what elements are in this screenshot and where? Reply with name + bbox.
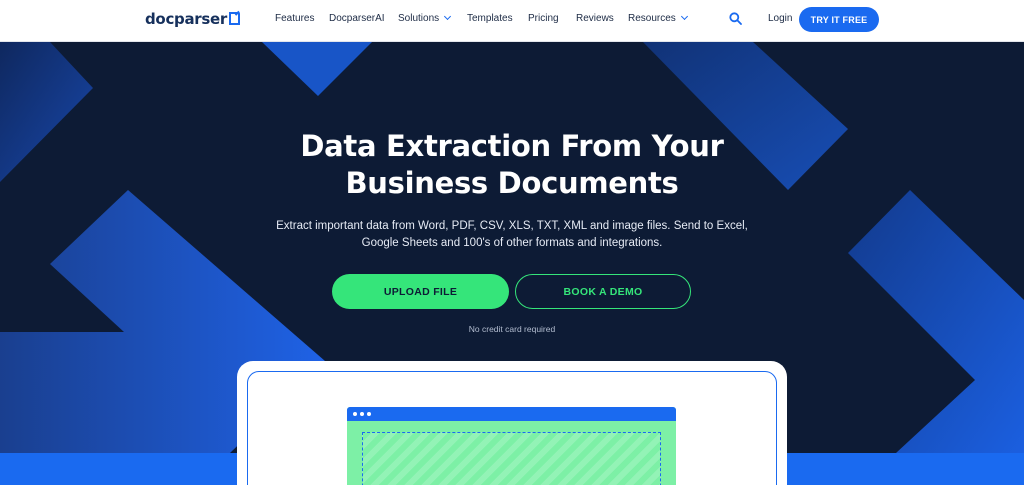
nav-item-label: Features: [275, 13, 315, 24]
hero-title-line-1: Data Extraction From Your: [300, 129, 724, 163]
search-icon[interactable]: [729, 12, 742, 25]
hero-section: Data Extraction From Your Business Docum…: [0, 42, 1024, 485]
try-it-free-button[interactable]: TRY IT FREE: [799, 7, 879, 32]
no-credit-card-note: No credit card required: [468, 324, 556, 334]
nav-item-label: Reviews: [576, 13, 614, 24]
file-dropzone[interactable]: [362, 432, 661, 485]
nav-item-docparserai[interactable]: DocparserAI: [329, 13, 385, 24]
nav-item-label: DocparserAI: [329, 13, 385, 24]
window-dot-icon: [353, 412, 357, 416]
nav-item-label: Resources: [628, 13, 676, 24]
chevron-down-icon: [444, 12, 452, 21]
book-a-demo-button[interactable]: BOOK A DEMO: [515, 274, 691, 309]
hero-subtitle-line-2: Google Sheets and 100's of other formats…: [361, 237, 663, 249]
hero-title-line-2: Business Documents: [345, 166, 679, 200]
browser-title-bar: [347, 407, 676, 421]
nav-item-templates[interactable]: Templates: [467, 13, 513, 24]
hero-subtitle-line-1: Extract important data from Word, PDF, C…: [276, 220, 748, 232]
nav-item-label: Solutions: [398, 13, 440, 24]
window-dot-icon: [367, 412, 371, 416]
window-dot-icon: [360, 412, 364, 416]
logo-text: docparser: [145, 10, 227, 28]
browser-window-illustration: [347, 407, 676, 485]
upload-file-button[interactable]: UPLOAD FILE: [332, 274, 509, 309]
nav-item-resources[interactable]: Resources: [628, 12, 688, 24]
nav-item-pricing[interactable]: Pricing: [528, 13, 559, 24]
logo-icon: [229, 11, 240, 25]
hero-subtitle: Extract important data from Word, PDF, C…: [262, 218, 762, 252]
docparser-logo[interactable]: docparser: [145, 9, 240, 29]
nav-item-reviews[interactable]: Reviews: [576, 13, 614, 24]
upload-mockup-card: [237, 361, 787, 485]
hero-title: Data Extraction From Your Business Docum…: [212, 128, 812, 202]
nav-item-label: Templates: [467, 13, 513, 24]
login-link[interactable]: Login: [768, 13, 792, 24]
chevron-down-icon: [680, 12, 688, 21]
top-navigation: docparser Features DocparserAI Solutions…: [0, 0, 1024, 42]
nav-item-features[interactable]: Features: [275, 13, 314, 24]
nav-item-solutions[interactable]: Solutions: [398, 12, 452, 24]
nav-item-label: Pricing: [528, 13, 559, 24]
